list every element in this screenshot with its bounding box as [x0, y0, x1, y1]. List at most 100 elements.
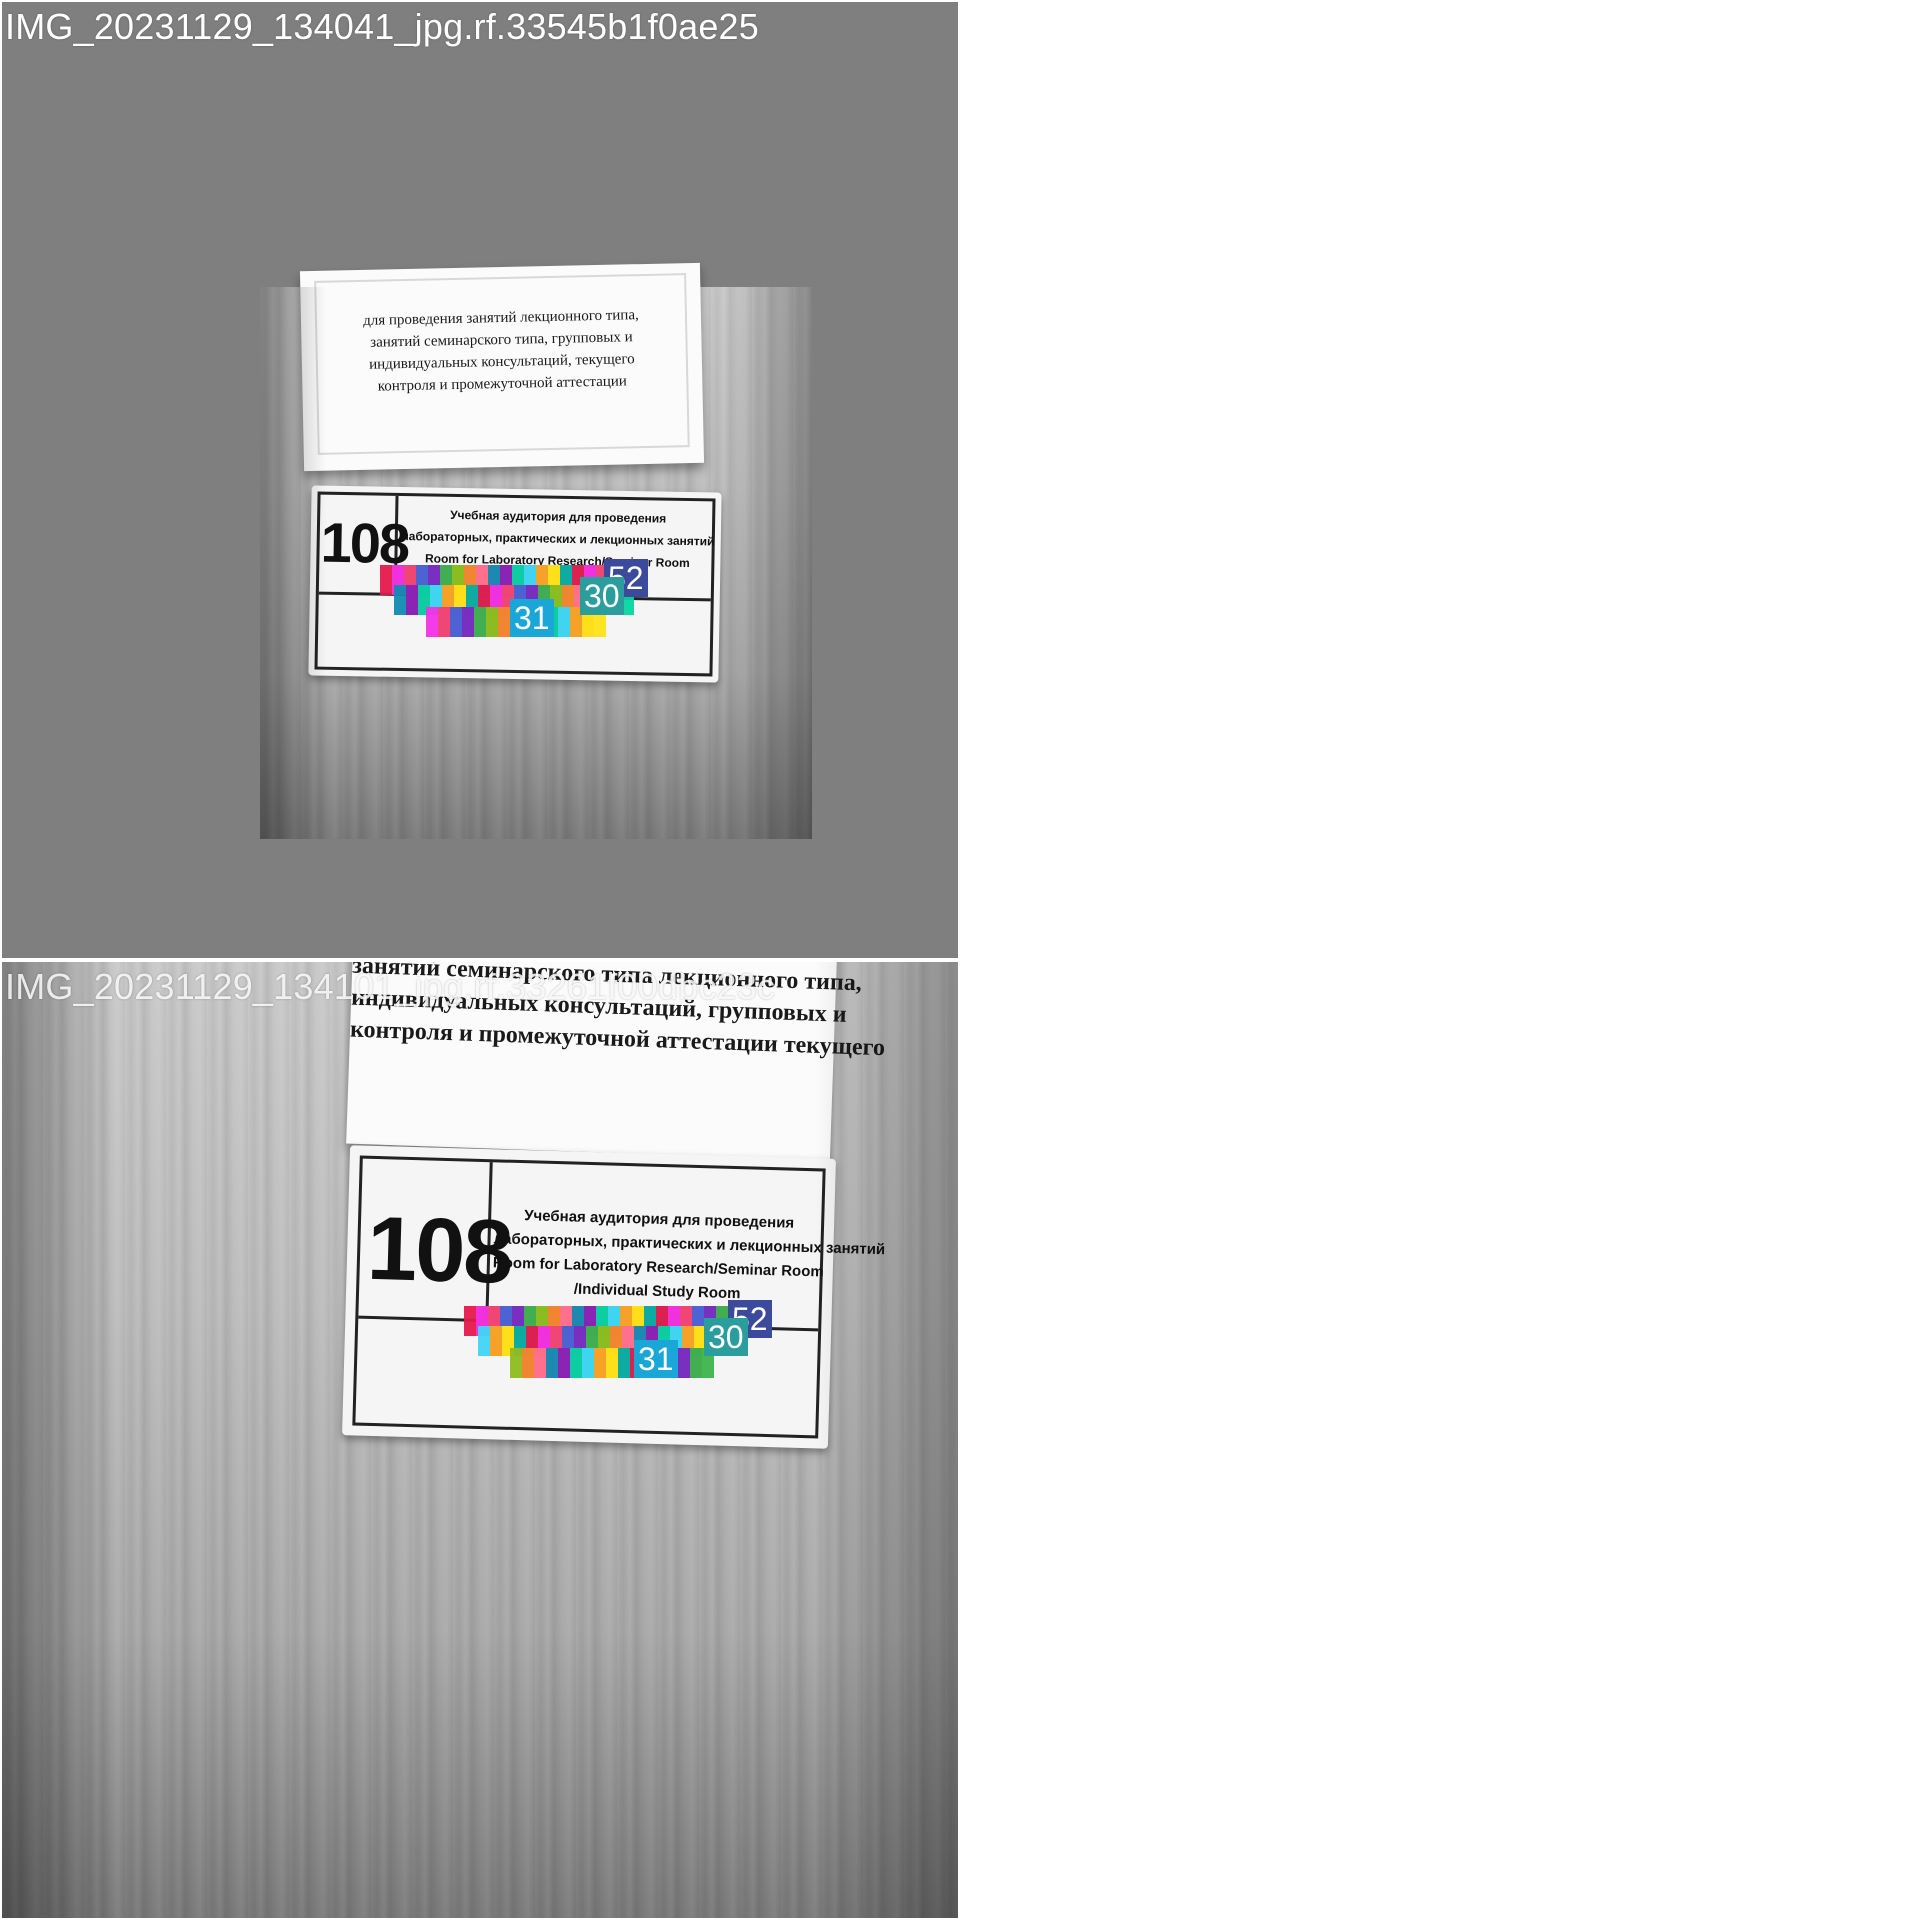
annotation-label-tag — [510, 607, 534, 637]
annotation-label-tag — [634, 1326, 658, 1356]
annotation-label-tag — [418, 585, 442, 615]
annotation-label-tag — [392, 565, 416, 595]
annotation-label-tag — [678, 1348, 702, 1378]
annotation-label-tag — [670, 1326, 694, 1356]
annotation-label-tag — [570, 1348, 594, 1378]
annotation-label-tag — [450, 607, 474, 637]
annotation-label-tag — [562, 585, 586, 615]
annotation-label-tag — [610, 1326, 634, 1356]
annotation-label-tag — [428, 565, 452, 595]
photo: занятий семинарского типа лекционного ти… — [2, 962, 958, 1918]
annotation-label-tag — [548, 565, 572, 595]
annotation-label-tag — [430, 585, 454, 615]
annotation-label-tag — [632, 1306, 656, 1336]
annotation-label-tag — [584, 1306, 608, 1336]
plate-line: лабораторных, практических и лекционных … — [493, 1230, 886, 1259]
plate-line: Учебная аудитория для проведения — [523, 1207, 795, 1232]
annotation-label-tag — [718, 1326, 742, 1356]
annotation-label-tag — [522, 1348, 546, 1378]
annotation-label-tag — [586, 585, 610, 615]
annotation-label-tag — [558, 1348, 582, 1378]
annotation-label-tag — [560, 565, 584, 595]
plate-line: лабораторных, практических и лекционных … — [401, 529, 715, 549]
photo: для проведения занятий лекционного типа,… — [260, 262, 812, 839]
annotation-label-tag — [594, 1348, 618, 1378]
annotation-label-tag — [526, 585, 550, 615]
annotation-label-tag — [598, 1326, 622, 1356]
plate-line: Room for Laboratory Research/Seminar Roo… — [492, 1254, 824, 1281]
annotation-label-tag — [608, 565, 632, 595]
annotation-label-tag — [426, 607, 450, 637]
annotation-label-tag — [490, 585, 514, 615]
notice-line: контроля и промежуточной аттестации теку… — [349, 1016, 886, 1062]
annotation-label-tag — [620, 1306, 644, 1336]
notice-line: контроля и промежуточной аттестации — [377, 373, 628, 395]
annotation-label: 31 — [634, 1340, 678, 1378]
annotation-label-tag — [534, 1348, 558, 1378]
annotation-label-tag — [498, 607, 522, 637]
annotation-label-tag — [380, 565, 404, 595]
notice-line: занятий семинарского типа, групповых и — [370, 329, 633, 351]
annotation-label-tag — [608, 1306, 632, 1336]
annotation-label-tag — [462, 607, 486, 637]
annotation-label: 52 — [728, 1300, 772, 1338]
annotation-label-tag — [440, 565, 464, 595]
annotation-label-tag — [476, 1306, 500, 1336]
annotation-label-tag — [394, 585, 418, 615]
annotation-label-tag — [618, 1348, 642, 1378]
image-filename: IMG_20231129_134041_jpg.rf.33545b1f0ae25 — [5, 6, 759, 47]
annotation-label: 31 — [510, 599, 554, 637]
annotation-label-tag — [454, 585, 478, 615]
image-filename: IMG_20231129_134101_jpg.rf.33261f00dbc23… — [5, 966, 776, 1007]
notice-line: для проведения занятий лекционного типа, — [362, 307, 639, 329]
plate-line: Room for Laboratory Research/Seminar Roo… — [424, 551, 690, 571]
annotation-label-tag — [680, 1306, 704, 1336]
annotation-label-tag — [416, 565, 440, 595]
annotation-label-tag — [500, 1306, 524, 1336]
annotation-label-tag — [502, 585, 526, 615]
annotation-label-tag — [716, 1306, 740, 1336]
annotation-label-tag — [466, 585, 490, 615]
annotation-label-tag — [548, 1306, 572, 1336]
annotation-label-tag — [586, 1326, 610, 1356]
annotation-labels: 52 30 31 — [380, 559, 680, 665]
annotation-label-tag — [488, 1306, 512, 1336]
annotation-label-tag — [654, 1348, 678, 1378]
annotation-label-tag — [656, 1306, 680, 1336]
annotation-label-tag — [538, 585, 562, 615]
annotation-label-tag — [550, 1326, 574, 1356]
annotation-label: 30 — [704, 1318, 748, 1356]
plate-line: /Individual Study Room — [573, 1280, 741, 1303]
annotation-label-tag — [478, 585, 502, 615]
annotation-label-tag — [570, 607, 594, 637]
annotation-label-tag — [584, 565, 608, 595]
annotation-label-tag — [622, 1326, 646, 1356]
annotation-label-tag — [464, 565, 488, 595]
annotation-label-tag — [706, 1326, 730, 1356]
annotation-label-tag — [560, 1306, 584, 1336]
annotation-label-tag — [512, 565, 536, 595]
annotation-label-tag — [658, 1326, 682, 1356]
annotation-label-tag — [524, 565, 548, 595]
annotation-label-tag — [546, 1348, 570, 1378]
annotation-labels: 52 30 31 — [464, 1300, 804, 1416]
annotation-label-tag — [572, 565, 596, 595]
notice-line: индивидуальных консультаций, текущего — [368, 351, 635, 373]
annotation-label-tag — [610, 585, 634, 615]
annotation-label-tag — [464, 1306, 488, 1336]
annotation-label-tag — [596, 1306, 620, 1336]
annotation-label-tag — [694, 1326, 718, 1356]
annotation-label-tag — [644, 1306, 668, 1336]
annotation-label-tag — [534, 607, 558, 637]
annotation-label-tag — [630, 1348, 654, 1378]
annotation-label-tag — [728, 1306, 752, 1336]
annotation-label-tag — [646, 1326, 670, 1356]
annotation-label-tag — [500, 565, 524, 595]
annotation-label-tag — [452, 565, 476, 595]
annotation-label-tag — [692, 1306, 716, 1336]
annotation-label-tag — [574, 585, 598, 615]
annotation-label-tag — [690, 1348, 714, 1378]
annotation-label-tag — [582, 1348, 606, 1378]
room-number: 108 — [320, 510, 409, 576]
annotation-label-tag — [606, 1348, 630, 1378]
